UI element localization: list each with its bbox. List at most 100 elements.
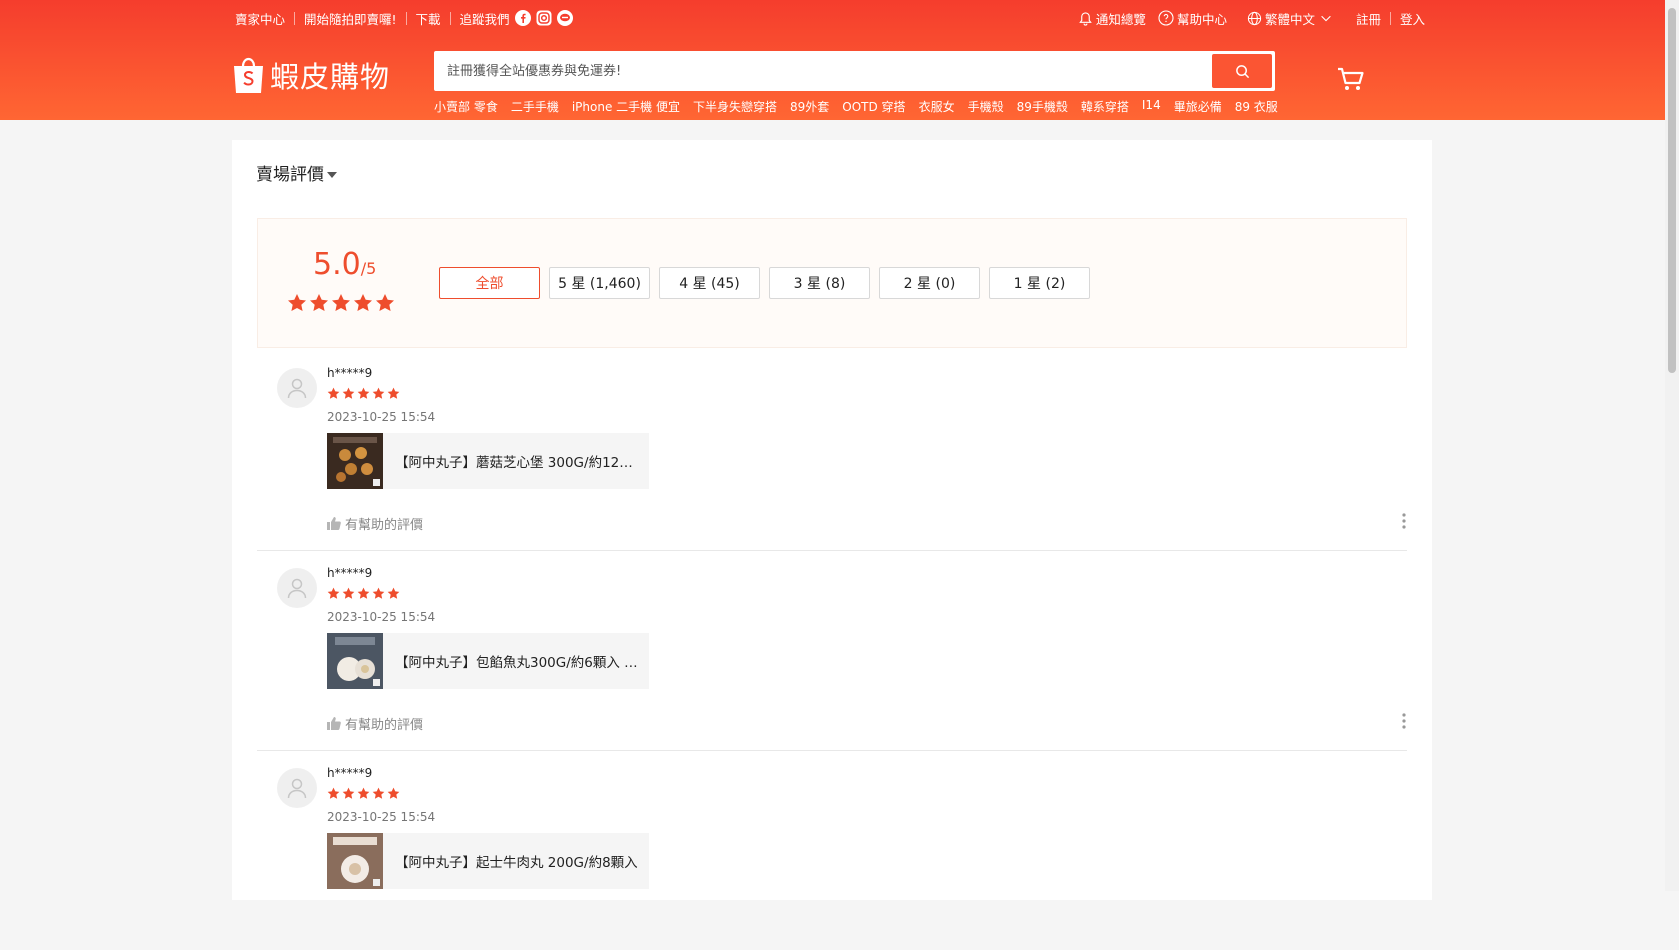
notifications-label: 通知總覽 bbox=[1095, 11, 1146, 27]
seller-center-link[interactable]: 賣家中心 bbox=[235, 9, 285, 28]
star-icon bbox=[342, 787, 355, 799]
language-selector[interactable]: 繁體中文 bbox=[1247, 9, 1336, 28]
keyword-link[interactable]: OOTD 穿搭 bbox=[842, 98, 905, 115]
reviewer-name[interactable]: h*****9 bbox=[327, 366, 372, 380]
shopping-bag-logo-icon bbox=[234, 57, 263, 93]
review-item: h*****9 2023-10-25 15:54 【阿中丸子】蘑菇芝心堡 300… bbox=[257, 351, 1407, 551]
keyword-link[interactable]: I14 bbox=[1142, 98, 1161, 115]
top-navbar: 賣家中心 開始隨拍即賣囉! 下載 追蹤我們 通知總覽 幫助中心 繁體中文 註冊 … bbox=[235, 8, 1425, 28]
more-options-icon[interactable] bbox=[1401, 512, 1407, 530]
keyword-link[interactable]: iPhone 二手機 便宜 bbox=[572, 98, 680, 115]
search-icon bbox=[1235, 64, 1249, 78]
star-icon bbox=[357, 587, 370, 599]
bell-icon bbox=[1079, 11, 1092, 26]
more-options-icon[interactable] bbox=[1401, 712, 1407, 730]
filter-all-button[interactable]: 全部 bbox=[439, 267, 540, 299]
score-value: 5.0 bbox=[313, 247, 361, 282]
register-link[interactable]: 註冊 bbox=[1356, 9, 1381, 28]
search-bar bbox=[434, 51, 1275, 91]
helpful-button[interactable]: 有幫助的評價 bbox=[327, 514, 423, 533]
filter-1-star-button[interactable]: 1 星 (2) bbox=[989, 267, 1090, 299]
login-link[interactable]: 登入 bbox=[1400, 9, 1425, 28]
product-link[interactable]: 【阿中丸子】起士牛肉丸 200G/約8顆入 bbox=[327, 833, 649, 889]
product-name: 【阿中丸子】蘑菇芝心堡 300G/約12顆入 bbox=[395, 455, 640, 471]
star-icon bbox=[376, 294, 394, 311]
globe-icon bbox=[1247, 11, 1262, 25]
filter-5-star-button[interactable]: 5 星 (1,460) bbox=[549, 267, 650, 299]
user-icon bbox=[287, 578, 307, 599]
divider bbox=[405, 11, 407, 25]
download-link[interactable]: 下載 bbox=[416, 9, 441, 28]
ratings-title: 賣場評價 bbox=[256, 165, 324, 185]
avatar[interactable] bbox=[277, 368, 317, 408]
filter-3-star-button[interactable]: 3 星 (8) bbox=[769, 267, 870, 299]
star-icon bbox=[372, 787, 385, 799]
review-item: h*****9 2023-10-25 15:54 【阿中丸子】包餡魚丸300G/… bbox=[257, 551, 1407, 751]
keyword-link[interactable]: 韓系穿搭 bbox=[1081, 98, 1129, 115]
instagram-icon[interactable] bbox=[536, 10, 552, 26]
language-label: 繁體中文 bbox=[1264, 11, 1315, 27]
top-navbar-right: 通知總覽 幫助中心 繁體中文 註冊 登入 bbox=[1066, 9, 1425, 28]
helpful-label: 有幫助的評價 bbox=[345, 718, 424, 733]
facebook-icon[interactable] bbox=[514, 10, 531, 26]
help-center-link[interactable]: 幫助中心 bbox=[1158, 9, 1227, 28]
review-stars bbox=[327, 787, 400, 800]
helpful-label: 有幫助的評價 bbox=[345, 518, 424, 533]
help-center-label: 幫助中心 bbox=[1176, 11, 1227, 27]
avatar[interactable] bbox=[277, 568, 317, 608]
ratings-title-dropdown[interactable]: 賣場評價 bbox=[256, 160, 337, 185]
reviewer-name[interactable]: h*****9 bbox=[327, 566, 372, 580]
keyword-link[interactable]: 89手機殼 bbox=[1017, 98, 1068, 115]
filter-2-star-button[interactable]: 2 星 (0) bbox=[879, 267, 980, 299]
keyword-link[interactable]: 二手手機 bbox=[511, 98, 559, 115]
review-stars bbox=[327, 387, 400, 400]
thumbs-up-icon bbox=[327, 717, 341, 730]
star-icon bbox=[327, 587, 340, 599]
notifications-link[interactable]: 通知總覽 bbox=[1078, 9, 1146, 28]
star-icon bbox=[327, 787, 340, 799]
help-icon bbox=[1158, 10, 1174, 26]
star-icon bbox=[357, 387, 370, 399]
product-link[interactable]: 【阿中丸子】包餡魚丸300G/約6顆入 冷凍 bbox=[327, 633, 649, 689]
star-icon bbox=[357, 787, 370, 799]
review-item: h*****9 2023-10-25 15:54 【阿中丸子】起士牛肉丸 200… bbox=[257, 751, 1407, 950]
star-icon bbox=[327, 387, 340, 399]
keyword-link[interactable]: 畢旅必備 bbox=[1174, 98, 1222, 115]
star-icon bbox=[310, 294, 328, 311]
keyword-link[interactable]: 手機殼 bbox=[968, 98, 1004, 115]
user-icon bbox=[287, 778, 307, 799]
product-link[interactable]: 【阿中丸子】蘑菇芝心堡 300G/約12顆入 bbox=[327, 433, 649, 489]
star-icon bbox=[342, 587, 355, 599]
keyword-link[interactable]: 衣服女 bbox=[919, 98, 955, 115]
page-scrollbar[interactable] bbox=[1665, 0, 1679, 891]
keyword-link[interactable]: 89 衣服 bbox=[1235, 98, 1278, 115]
score-max: /5 bbox=[360, 259, 377, 278]
avatar[interactable] bbox=[277, 768, 317, 808]
line-icon[interactable] bbox=[556, 10, 573, 26]
brand-name: 蝦皮購物 bbox=[270, 60, 391, 94]
review-stars bbox=[327, 587, 400, 600]
star-icon bbox=[372, 387, 385, 399]
keyword-link[interactable]: 下半身失戀穿搭 bbox=[693, 98, 777, 115]
average-score: 5.0/5 bbox=[313, 247, 376, 282]
shop-ratings-card: 賣場評價 5.0/5 全部 5 星 (1,460) 4 星 (45) 3 星 (… bbox=[232, 140, 1432, 900]
helpful-button[interactable]: 有幫助的評價 bbox=[327, 714, 423, 733]
cart-icon[interactable] bbox=[1336, 64, 1366, 94]
product-thumbnail bbox=[327, 833, 383, 889]
star-icon bbox=[387, 787, 400, 799]
star-icon bbox=[288, 294, 306, 311]
shopee-logo[interactable]: 蝦皮購物 bbox=[232, 54, 390, 96]
scrollbar-thumb[interactable] bbox=[1668, 8, 1676, 373]
search-input[interactable] bbox=[437, 54, 1212, 88]
keyword-link[interactable]: 小賣部 零食 bbox=[434, 98, 498, 115]
search-button[interactable] bbox=[1212, 54, 1272, 88]
filter-4-star-button[interactable]: 4 星 (45) bbox=[659, 267, 760, 299]
keyword-link[interactable]: 89外套 bbox=[790, 98, 829, 115]
review-date: 2023-10-25 15:54 bbox=[327, 810, 436, 824]
reviewer-name[interactable]: h*****9 bbox=[327, 766, 372, 780]
star-icon bbox=[354, 294, 372, 311]
star-icon bbox=[387, 587, 400, 599]
start-selling-link[interactable]: 開始隨拍即賣囉! bbox=[304, 9, 397, 28]
caret-down-icon bbox=[327, 171, 337, 178]
average-stars bbox=[287, 293, 395, 313]
